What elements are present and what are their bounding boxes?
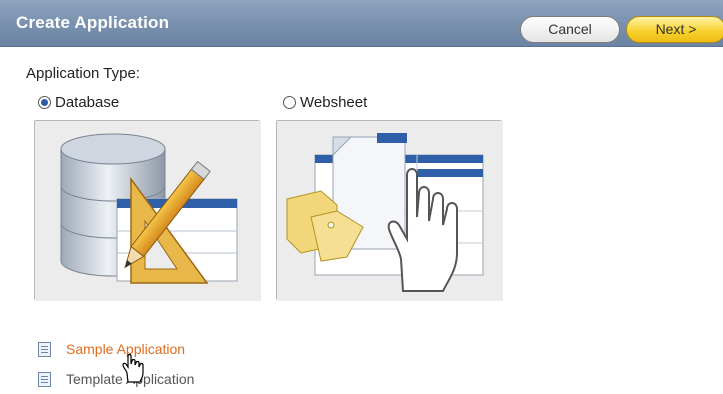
websheet-hand-icon [277, 121, 503, 301]
websheet-label: Websheet [300, 94, 368, 111]
template-application-link[interactable]: Template Application [38, 371, 194, 387]
title-bar: Create Application Cancel Next > [0, 0, 723, 47]
websheet-option[interactable]: Websheet [283, 94, 367, 111]
database-card[interactable] [34, 120, 261, 301]
next-button[interactable]: Next > [626, 16, 723, 43]
application-type-label: Application Type: [26, 65, 140, 82]
database-radio[interactable] [38, 96, 51, 109]
document-icon [38, 341, 51, 357]
page-title: Create Application [16, 13, 170, 32]
database-option[interactable]: Database [38, 94, 119, 111]
document-icon [38, 371, 51, 387]
cancel-button[interactable]: Cancel [520, 16, 620, 43]
hand-cursor-icon [122, 353, 144, 383]
database-label: Database [55, 94, 120, 111]
websheet-card[interactable] [276, 120, 503, 301]
sample-application-link[interactable]: Sample Application [38, 341, 185, 357]
websheet-radio[interactable] [283, 96, 296, 109]
database-design-icon [35, 121, 261, 301]
